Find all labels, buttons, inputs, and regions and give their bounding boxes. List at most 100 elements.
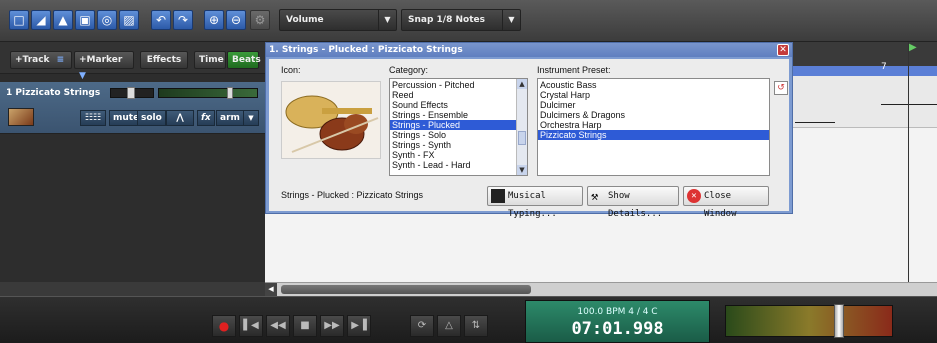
zoom-out-icon[interactable]: ⊖ bbox=[226, 10, 246, 30]
effects-button[interactable]: Effects bbox=[140, 51, 188, 69]
category-item[interactable]: Strings - Solo bbox=[390, 130, 516, 140]
volume-slider-handle[interactable] bbox=[227, 87, 233, 99]
close-window-label: Close Window bbox=[704, 191, 737, 219]
add-track-button[interactable]: +Track ≡ bbox=[10, 51, 72, 69]
ruler-marker-number: 7 bbox=[881, 62, 887, 72]
record-icon[interactable]: ● bbox=[212, 315, 236, 337]
list-icon: ≡ bbox=[56, 55, 65, 65]
piano-keyboard-icon[interactable]: ☷☷ bbox=[80, 110, 106, 126]
undo-icon[interactable]: ↶ bbox=[151, 10, 171, 30]
instrument-image bbox=[281, 81, 381, 159]
category-item[interactable]: Reed bbox=[390, 90, 516, 100]
track-name: 1 Pizzicato Strings bbox=[6, 88, 101, 98]
category-item[interactable]: Percussion - Pitched bbox=[390, 80, 516, 90]
chevron-down-icon[interactable]: ▼ bbox=[243, 110, 259, 126]
musical-typing-label: Musical Typing... bbox=[508, 191, 557, 219]
instrument-thumbnail[interactable] bbox=[8, 108, 34, 126]
effects-label: Effects bbox=[146, 55, 182, 65]
preset-label: Instrument Preset: bbox=[537, 65, 611, 75]
dialog-body: Icon: Category: Instrument Preset: Percu… bbox=[269, 59, 789, 219]
close-circle-icon: ✕ bbox=[687, 189, 701, 203]
close-icon[interactable]: ✕ bbox=[777, 44, 789, 56]
arm-button[interactable]: arm bbox=[216, 110, 244, 126]
scrollbar-thumb[interactable] bbox=[281, 285, 531, 294]
close-window-button[interactable]: ✕ Close Window bbox=[683, 186, 769, 219]
solo-button[interactable]: solo bbox=[137, 110, 166, 126]
timeline-ruler[interactable]: 7 ▶ bbox=[785, 42, 937, 76]
preset-item[interactable]: Dulcimers & Dragons bbox=[538, 110, 769, 120]
category-scroll-thumb[interactable] bbox=[518, 131, 526, 145]
marker-icon: ▼ bbox=[79, 71, 86, 81]
master-volume-handle[interactable] bbox=[834, 304, 844, 338]
preset-listbox[interactable]: Acoustic Bass Crystal Harp Dulcimer Dulcime… bbox=[537, 78, 770, 176]
category-item[interactable]: Strings - Synth bbox=[390, 140, 516, 150]
go-to-start-icon[interactable]: ▌◀ bbox=[239, 315, 263, 337]
time-toggle[interactable]: Time bbox=[194, 51, 226, 69]
open-folder-icon[interactable]: ◢ bbox=[31, 10, 51, 30]
time-readout: 07:01.998 bbox=[571, 319, 664, 339]
wrench-icon: ⚒ bbox=[591, 189, 599, 203]
reset-preset-icon[interactable]: ↺ bbox=[774, 81, 788, 95]
metronome-icon[interactable]: △ bbox=[437, 315, 461, 337]
musical-typing-button[interactable]: Musical Typing... bbox=[487, 186, 583, 219]
settings-icon[interactable]: ⚙ bbox=[250, 10, 270, 30]
selection-status: Strings - Plucked : Pizzicato Strings bbox=[281, 190, 424, 200]
bpm-readout: 100.0 BPM 4 / 4 C bbox=[577, 307, 658, 317]
category-scrollbar[interactable]: ▲ ▼ bbox=[516, 79, 527, 175]
preset-item[interactable]: Acoustic Bass bbox=[538, 80, 769, 90]
category-item[interactable]: Strings - Ensemble bbox=[390, 110, 516, 120]
mixer-icon[interactable]: ⇅ bbox=[464, 315, 488, 337]
go-to-end-icon[interactable]: ▶▐ bbox=[347, 315, 371, 337]
show-details-button[interactable]: ⚒ Show Details... bbox=[587, 186, 679, 219]
track-row[interactable]: 1 Pizzicato Strings ☷☷ mute solo ⋀ fx ar… bbox=[0, 82, 265, 134]
record-settings-icon[interactable]: ◎ bbox=[97, 10, 117, 30]
snap-dropdown[interactable]: Snap 1/8 Notes ▼ bbox=[401, 9, 521, 31]
export-icon[interactable]: ▨ bbox=[119, 10, 139, 30]
note-line bbox=[795, 122, 835, 123]
track-panel bbox=[0, 42, 265, 282]
pan-slider-handle[interactable] bbox=[127, 87, 135, 99]
note-line bbox=[881, 104, 937, 105]
scroll-left-icon[interactable]: ◀ bbox=[265, 283, 277, 296]
horizontal-scrollbar[interactable]: ◀ bbox=[265, 282, 937, 296]
beats-toggle[interactable]: Beats bbox=[227, 51, 261, 69]
loop-icon[interactable]: ⟳ bbox=[410, 315, 434, 337]
track-lane[interactable] bbox=[785, 76, 937, 128]
volume-slider[interactable] bbox=[158, 87, 258, 99]
pan-slider[interactable] bbox=[110, 87, 154, 99]
scroll-down-icon[interactable]: ▼ bbox=[517, 165, 527, 175]
chevron-down-icon: ▼ bbox=[378, 10, 396, 30]
preset-item[interactable]: Dulcimer bbox=[538, 100, 769, 110]
time-label: Time bbox=[199, 55, 224, 65]
stop-icon[interactable]: ■ bbox=[293, 315, 317, 337]
playhead-marker-icon: ▶ bbox=[909, 42, 917, 53]
chevron-down-icon: ▼ bbox=[502, 10, 520, 30]
track-panel-header: +Track ≡ +Marker ▼ Effects Time Beats bbox=[0, 42, 265, 81]
add-marker-button[interactable]: +Marker ▼ bbox=[74, 51, 134, 81]
category-item[interactable]: Synth - FX bbox=[390, 150, 516, 160]
fx-button[interactable]: fx bbox=[197, 110, 215, 126]
automation-icon[interactable]: ⋀ bbox=[166, 110, 194, 126]
category-item[interactable]: Sound Effects bbox=[390, 100, 516, 110]
zoom-in-icon[interactable]: ⊕ bbox=[204, 10, 224, 30]
fast-forward-icon[interactable]: ▶▶ bbox=[320, 315, 344, 337]
preset-item[interactable]: Pizzicato Strings bbox=[538, 130, 769, 140]
volume-dropdown[interactable]: Volume ▼ bbox=[279, 9, 397, 31]
master-volume-meter[interactable] bbox=[725, 304, 893, 338]
beats-label: Beats bbox=[232, 55, 261, 65]
category-item[interactable]: Synth - Lead - Hard bbox=[390, 160, 516, 170]
preset-item[interactable]: Orchestra Harp bbox=[538, 120, 769, 130]
redo-icon[interactable]: ↷ bbox=[173, 10, 193, 30]
open-recent-icon[interactable]: ▲ bbox=[53, 10, 73, 30]
category-list: Percussion - Pitched Reed Sound Effects Str… bbox=[390, 79, 516, 170]
rewind-icon[interactable]: ◀◀ bbox=[266, 315, 290, 337]
scroll-up-icon[interactable]: ▲ bbox=[517, 79, 527, 89]
category-item[interactable]: Strings - Plucked bbox=[390, 120, 516, 130]
category-label: Category: bbox=[389, 65, 429, 75]
category-listbox[interactable]: Percussion - Pitched Reed Sound Effects Str… bbox=[389, 78, 528, 176]
ruler-bar bbox=[785, 66, 937, 76]
save-icon[interactable]: ▣ bbox=[75, 10, 95, 30]
main-toolbar: □ ◢ ▲ ▣ ◎ ▨ ↶ ↷ ⊕ ⊖ ⚙ Volume ▼ Snap 1/8 … bbox=[0, 0, 937, 42]
new-file-icon[interactable]: □ bbox=[9, 10, 29, 30]
preset-item[interactable]: Crystal Harp bbox=[538, 90, 769, 100]
